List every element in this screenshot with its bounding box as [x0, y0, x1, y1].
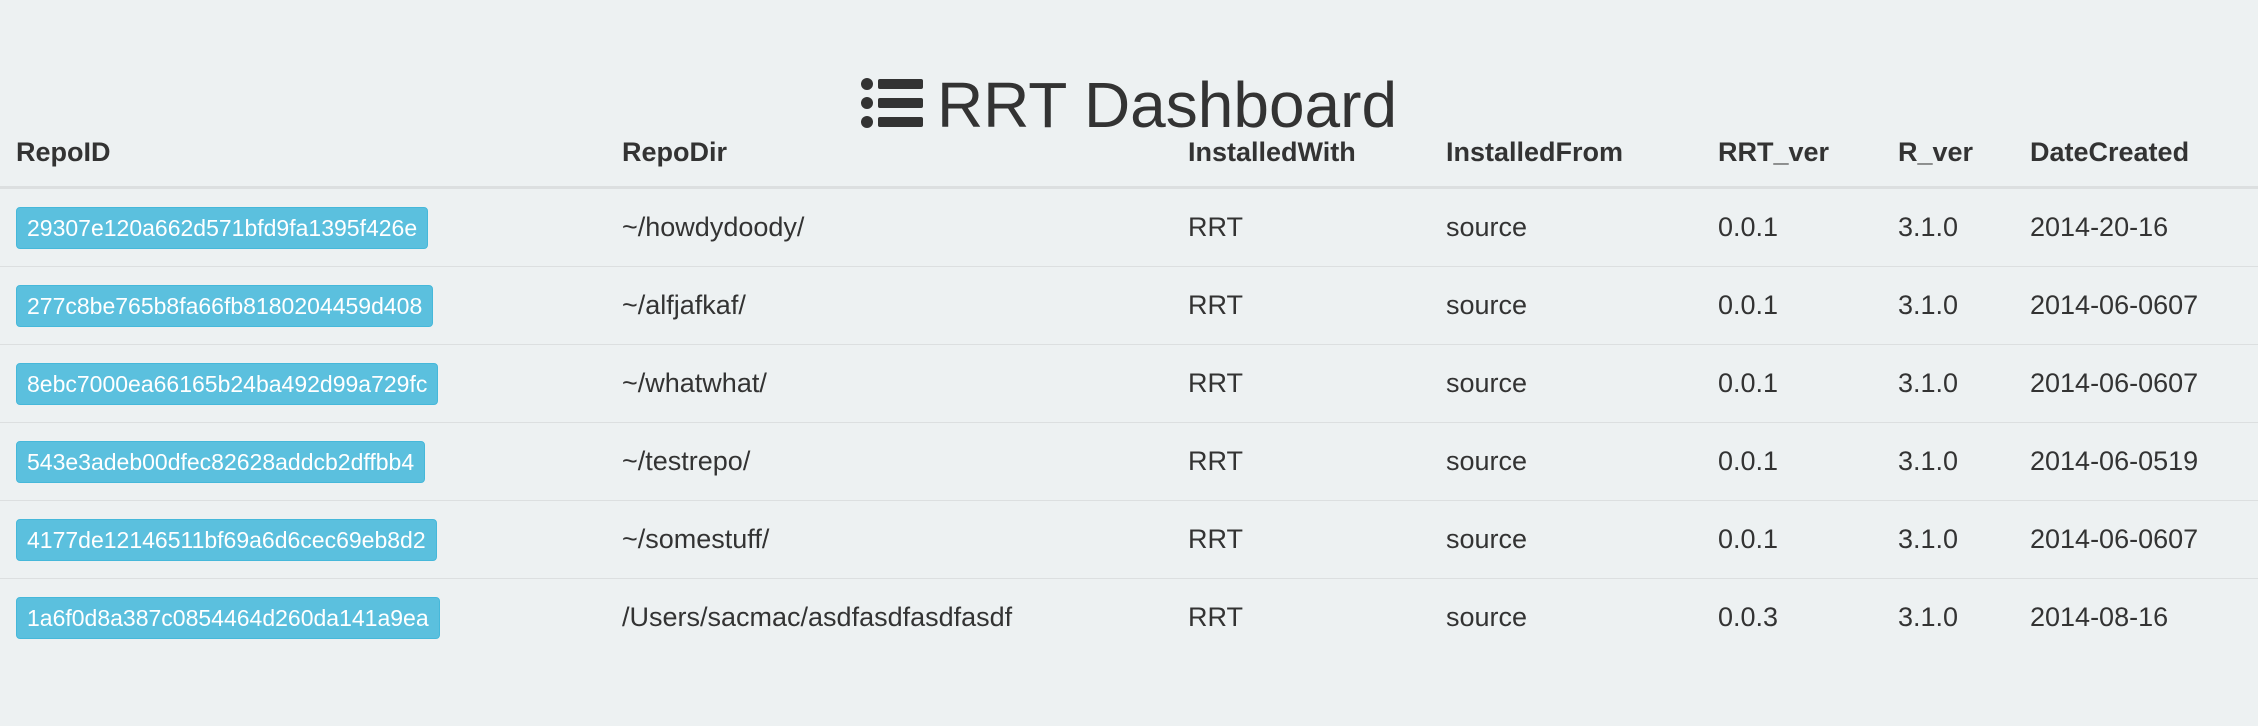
table-row: 1a6f0d8a387c0854464d260da141a9ea /Users/…: [0, 579, 2258, 657]
r-ver-cell: 3.1.0: [1882, 344, 2014, 423]
table-row: 4177de12146511bf69a6d6cec69eb8d2 ~/somes…: [0, 500, 2258, 579]
installed-with-cell: RRT: [1172, 344, 1430, 423]
r-ver-cell: 3.1.0: [1898, 602, 1959, 632]
installed-with-cell: RRT: [1188, 602, 1244, 632]
date-created-cell: 2014-08-16: [2030, 602, 2169, 632]
repo-id-badge[interactable]: 4177de12146511bf69a6d6cec69eb8d2: [16, 518, 437, 561]
repo-dir-cell: ~/alfjafkaf/: [606, 266, 1172, 345]
repo-id-badge[interactable]: 277c8be765b8fa66fb8180204459d408: [16, 284, 434, 327]
date-created-cell: 2014-20-16: [2014, 187, 2258, 267]
dashboard-page: RRT Dashboard RepoID RepoDir InstalledWi…: [0, 0, 2258, 726]
column-header-repoid: RepoID: [0, 118, 606, 189]
installed-with-cell: RRT: [1172, 422, 1430, 501]
rrt-ver-cell: 0.0.3: [1718, 602, 1779, 632]
installed-from-cell: source: [1430, 422, 1702, 501]
r-ver-cell: 3.1.0: [1882, 500, 2014, 579]
repo-id-badge[interactable]: 543e3adeb00dfec82628addcb2dffbb4: [16, 440, 426, 483]
repo-dir-cell: ~/whatwhat/: [606, 344, 1172, 423]
table-header-row: RepoID RepoDir InstalledWith InstalledFr…: [0, 118, 2258, 189]
column-header-r-ver: R_ver: [1882, 118, 2014, 189]
repo-dir-cell: ~/somestuff/: [606, 500, 1172, 579]
column-header-repodir: RepoDir: [606, 118, 1172, 189]
repo-id-badge[interactable]: 1a6f0d8a387c0854464d260da141a9ea: [16, 596, 440, 639]
repo-id-cell: 1a6f0d8a387c0854464d260da141a9ea: [0, 579, 606, 657]
r-ver-cell: 3.1.0: [1882, 422, 2014, 501]
installed-from-cell: source: [1430, 500, 1702, 579]
repo-id-badge[interactable]: 29307e120a662d571bfd9fa1395f426e: [16, 206, 429, 249]
installed-with-cell: RRT: [1172, 500, 1430, 579]
date-created-cell: 2014-06-0607: [2014, 266, 2258, 345]
repo-table: RepoID RepoDir InstalledWith InstalledFr…: [0, 118, 2258, 656]
r-ver-cell: 3.1.0: [1882, 187, 2014, 267]
rrt-ver-cell: 0.0.1: [1702, 422, 1882, 501]
repo-id-cell: 29307e120a662d571bfd9fa1395f426e: [0, 187, 606, 267]
date-created-cell: 2014-06-0519: [2014, 422, 2258, 501]
installed-from-cell: source: [1430, 187, 1702, 267]
r-ver-cell: 3.1.0: [1882, 266, 2014, 345]
repo-id-cell: 4177de12146511bf69a6d6cec69eb8d2: [0, 500, 606, 579]
installed-with-cell: RRT: [1172, 187, 1430, 267]
column-header-datecreated: DateCreated: [2014, 118, 2258, 189]
table-row: 277c8be765b8fa66fb8180204459d408 ~/alfja…: [0, 266, 2258, 345]
rrt-ver-cell: 0.0.1: [1702, 266, 1882, 345]
column-header-installedwith: InstalledWith: [1172, 118, 1430, 189]
column-header-rrt-ver: RRT_ver: [1702, 118, 1882, 189]
repo-dir-cell: /Users/sacmac/asdfasdfasdfasdf: [622, 602, 1013, 632]
installed-from-cell: source: [1446, 602, 1528, 632]
installed-with-cell: RRT: [1172, 266, 1430, 345]
table-row: 29307e120a662d571bfd9fa1395f426e ~/howdy…: [0, 187, 2258, 267]
repo-id-cell: 277c8be765b8fa66fb8180204459d408: [0, 266, 606, 345]
column-header-installedfrom: InstalledFrom: [1430, 118, 1702, 189]
date-created-cell: 2014-06-0607: [2014, 500, 2258, 579]
repo-dir-cell: ~/howdydoody/: [606, 187, 1172, 267]
rrt-ver-cell: 0.0.1: [1702, 187, 1882, 267]
rrt-ver-cell: 0.0.1: [1702, 344, 1882, 423]
installed-from-cell: source: [1430, 266, 1702, 345]
repo-id-cell: 543e3adeb00dfec82628addcb2dffbb4: [0, 422, 606, 501]
installed-from-cell: source: [1430, 344, 1702, 423]
rrt-ver-cell: 0.0.1: [1702, 500, 1882, 579]
repo-id-cell: 8ebc7000ea66165b24ba492d99a729fc: [0, 344, 606, 423]
table-row: 8ebc7000ea66165b24ba492d99a729fc ~/whatw…: [0, 344, 2258, 423]
repo-id-badge[interactable]: 8ebc7000ea66165b24ba492d99a729fc: [16, 362, 439, 405]
repo-dir-cell: ~/testrepo/: [606, 422, 1172, 501]
table-row: 543e3adeb00dfec82628addcb2dffbb4 ~/testr…: [0, 422, 2258, 501]
date-created-cell: 2014-06-0607: [2014, 344, 2258, 423]
